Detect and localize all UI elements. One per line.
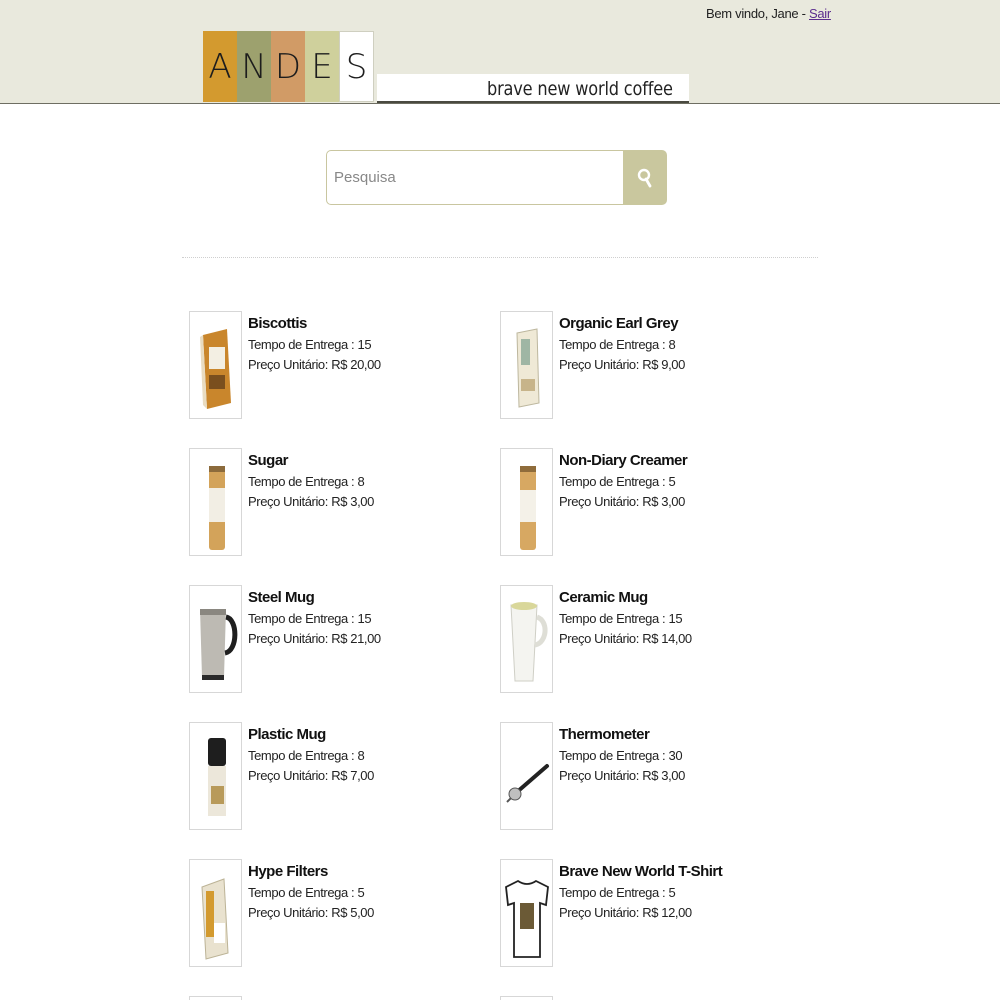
product-card[interactable]: Brave New World T-Shirt Tempo de Entrega… (500, 859, 760, 969)
product-delivery-time: Tempo de Entrega : 8 (248, 474, 365, 489)
product-name[interactable]: Sugar (248, 452, 374, 469)
header: Bem vindo, Jane - Sair A N D E S brave n… (0, 0, 1000, 104)
product-card[interactable]: Thermometer Tempo de Entrega : 30 Preço … (500, 722, 760, 832)
product-delivery-time: Tempo de Entrega : 5 (248, 885, 365, 900)
product-price: Preço Unitário: R$ 7,00 (248, 768, 374, 783)
section-divider (182, 257, 818, 258)
product-info: Sugar Tempo de Entrega : 8 Preço Unitári… (248, 452, 374, 512)
product-price: Preço Unitário: R$ 3,00 (559, 768, 685, 783)
plastic-mug-icon (207, 738, 226, 816)
product-name[interactable]: Ceramic Mug (559, 589, 692, 606)
tea-box-icon (515, 328, 540, 408)
product-card[interactable]: Sugar Tempo de Entrega : 8 Preço Unitári… (189, 448, 449, 558)
logo-letter-a: A (203, 31, 237, 102)
ceramic-mug-icon (509, 602, 547, 682)
product-name[interactable]: Steel Mug (248, 589, 381, 606)
product-delivery-time: Tempo de Entrega : 15 (559, 611, 683, 626)
product-info: Steel Mug Tempo de Entrega : 15 Preço Un… (248, 589, 381, 649)
product-thumbnail[interactable] (189, 859, 242, 967)
product-info: Organic Earl Grey Tempo de Entrega : 8 P… (559, 315, 685, 375)
steel-mug-icon (199, 609, 237, 680)
thermometer-icon (505, 764, 549, 803)
product-price: Preço Unitário: R$ 9,00 (559, 357, 685, 372)
product-card[interactable]: Organic Earl Grey Tempo de Entrega : 8 P… (500, 311, 760, 421)
product-info: Thermometer Tempo de Entrega : 30 Preço … (559, 726, 685, 786)
product-card[interactable]: Non-Diary Creamer Tempo de Entrega : 5 P… (500, 448, 760, 558)
product-card[interactable]: Ceramic Mug Tempo de Entrega : 15 Preço … (500, 585, 760, 695)
logo-letter-n: N (237, 31, 271, 102)
product-delivery-time: Tempo de Entrega : 5 (559, 885, 676, 900)
product-name[interactable]: Plastic Mug (248, 726, 374, 743)
product-name[interactable]: Biscottis (248, 315, 381, 332)
product-card[interactable]: Plastic Mug Tempo de Entrega : 8 Preço U… (189, 722, 449, 832)
product-price: Preço Unitário: R$ 12,00 (559, 905, 692, 920)
filters-box-icon (200, 878, 229, 960)
product-thumbnail[interactable] (500, 448, 553, 556)
product-delivery-time: Tempo de Entrega : 5 (559, 474, 676, 489)
product-info: Biscottis Tempo de Entrega : 15 Preço Un… (248, 315, 381, 375)
product-name[interactable]: Brave New World T-Shirt (559, 863, 723, 880)
product-delivery-time: Tempo de Entrega : 8 (559, 337, 676, 352)
product-info: Hype Filters Tempo de Entrega : 5 Preço … (248, 863, 374, 923)
andes-logo[interactable]: A N D E S (203, 31, 374, 102)
product-thumbnail[interactable] (500, 585, 553, 693)
product-price: Preço Unitário: R$ 5,00 (248, 905, 374, 920)
logo-letter-e: E (305, 31, 339, 102)
logo-letter-s: S (339, 31, 374, 102)
product-thumbnail[interactable] (500, 311, 553, 419)
search-input[interactable] (326, 150, 624, 205)
product-info: Plastic Mug Tempo de Entrega : 8 Preço U… (248, 726, 374, 786)
product-info: Non-Diary Creamer Tempo de Entrega : 5 P… (559, 452, 688, 512)
welcome-text: Bem vindo, Jane - (706, 6, 809, 21)
product-thumbnail[interactable] (500, 859, 553, 967)
product-price: Preço Unitário: R$ 21,00 (248, 631, 381, 646)
biscotti-box-icon (199, 329, 231, 409)
welcome-message: Bem vindo, Jane - Sair (706, 6, 831, 21)
tagline: brave new world coffee (487, 78, 673, 100)
logo-letter-d: D (271, 31, 305, 102)
sugar-canister-icon (208, 466, 225, 550)
product-info: Ceramic Mug Tempo de Entrega : 15 Preço … (559, 589, 692, 649)
product-delivery-time: Tempo de Entrega : 15 (248, 611, 372, 626)
product-name[interactable]: Organic Earl Grey (559, 315, 685, 332)
search-button[interactable] (623, 150, 667, 205)
product-price: Preço Unitário: R$ 3,00 (559, 494, 685, 509)
product-thumbnail[interactable] (189, 585, 242, 693)
creamer-canister-icon (519, 466, 536, 550)
product-card[interactable]: Steel Mug Tempo de Entrega : 15 Preço Un… (189, 585, 449, 695)
product-thumbnail[interactable] (189, 722, 242, 830)
tshirt-icon (504, 879, 549, 958)
product-thumbnail-partial (189, 996, 242, 1000)
tagline-bar: brave new world coffee (377, 74, 689, 103)
product-delivery-time: Tempo de Entrega : 15 (248, 337, 372, 352)
product-card[interactable]: Hype Filters Tempo de Entrega : 5 Preço … (189, 859, 449, 969)
product-card[interactable]: Biscottis Tempo de Entrega : 15 Preço Un… (189, 311, 449, 421)
product-delivery-time: Tempo de Entrega : 30 (559, 748, 683, 763)
product-info: Brave New World T-Shirt Tempo de Entrega… (559, 863, 723, 923)
product-thumbnail-partial (500, 996, 553, 1000)
product-name[interactable]: Thermometer (559, 726, 685, 743)
product-thumbnail[interactable] (189, 448, 242, 556)
product-price: Preço Unitário: R$ 14,00 (559, 631, 692, 646)
product-thumbnail[interactable] (189, 311, 242, 419)
product-name[interactable]: Non-Diary Creamer (559, 452, 688, 469)
search-bar (326, 150, 667, 205)
product-name[interactable]: Hype Filters (248, 863, 374, 880)
search-icon (637, 168, 652, 187)
logout-link[interactable]: Sair (809, 6, 831, 21)
product-price: Preço Unitário: R$ 3,00 (248, 494, 374, 509)
product-delivery-time: Tempo de Entrega : 8 (248, 748, 365, 763)
product-thumbnail[interactable] (500, 722, 553, 830)
product-price: Preço Unitário: R$ 20,00 (248, 357, 381, 372)
